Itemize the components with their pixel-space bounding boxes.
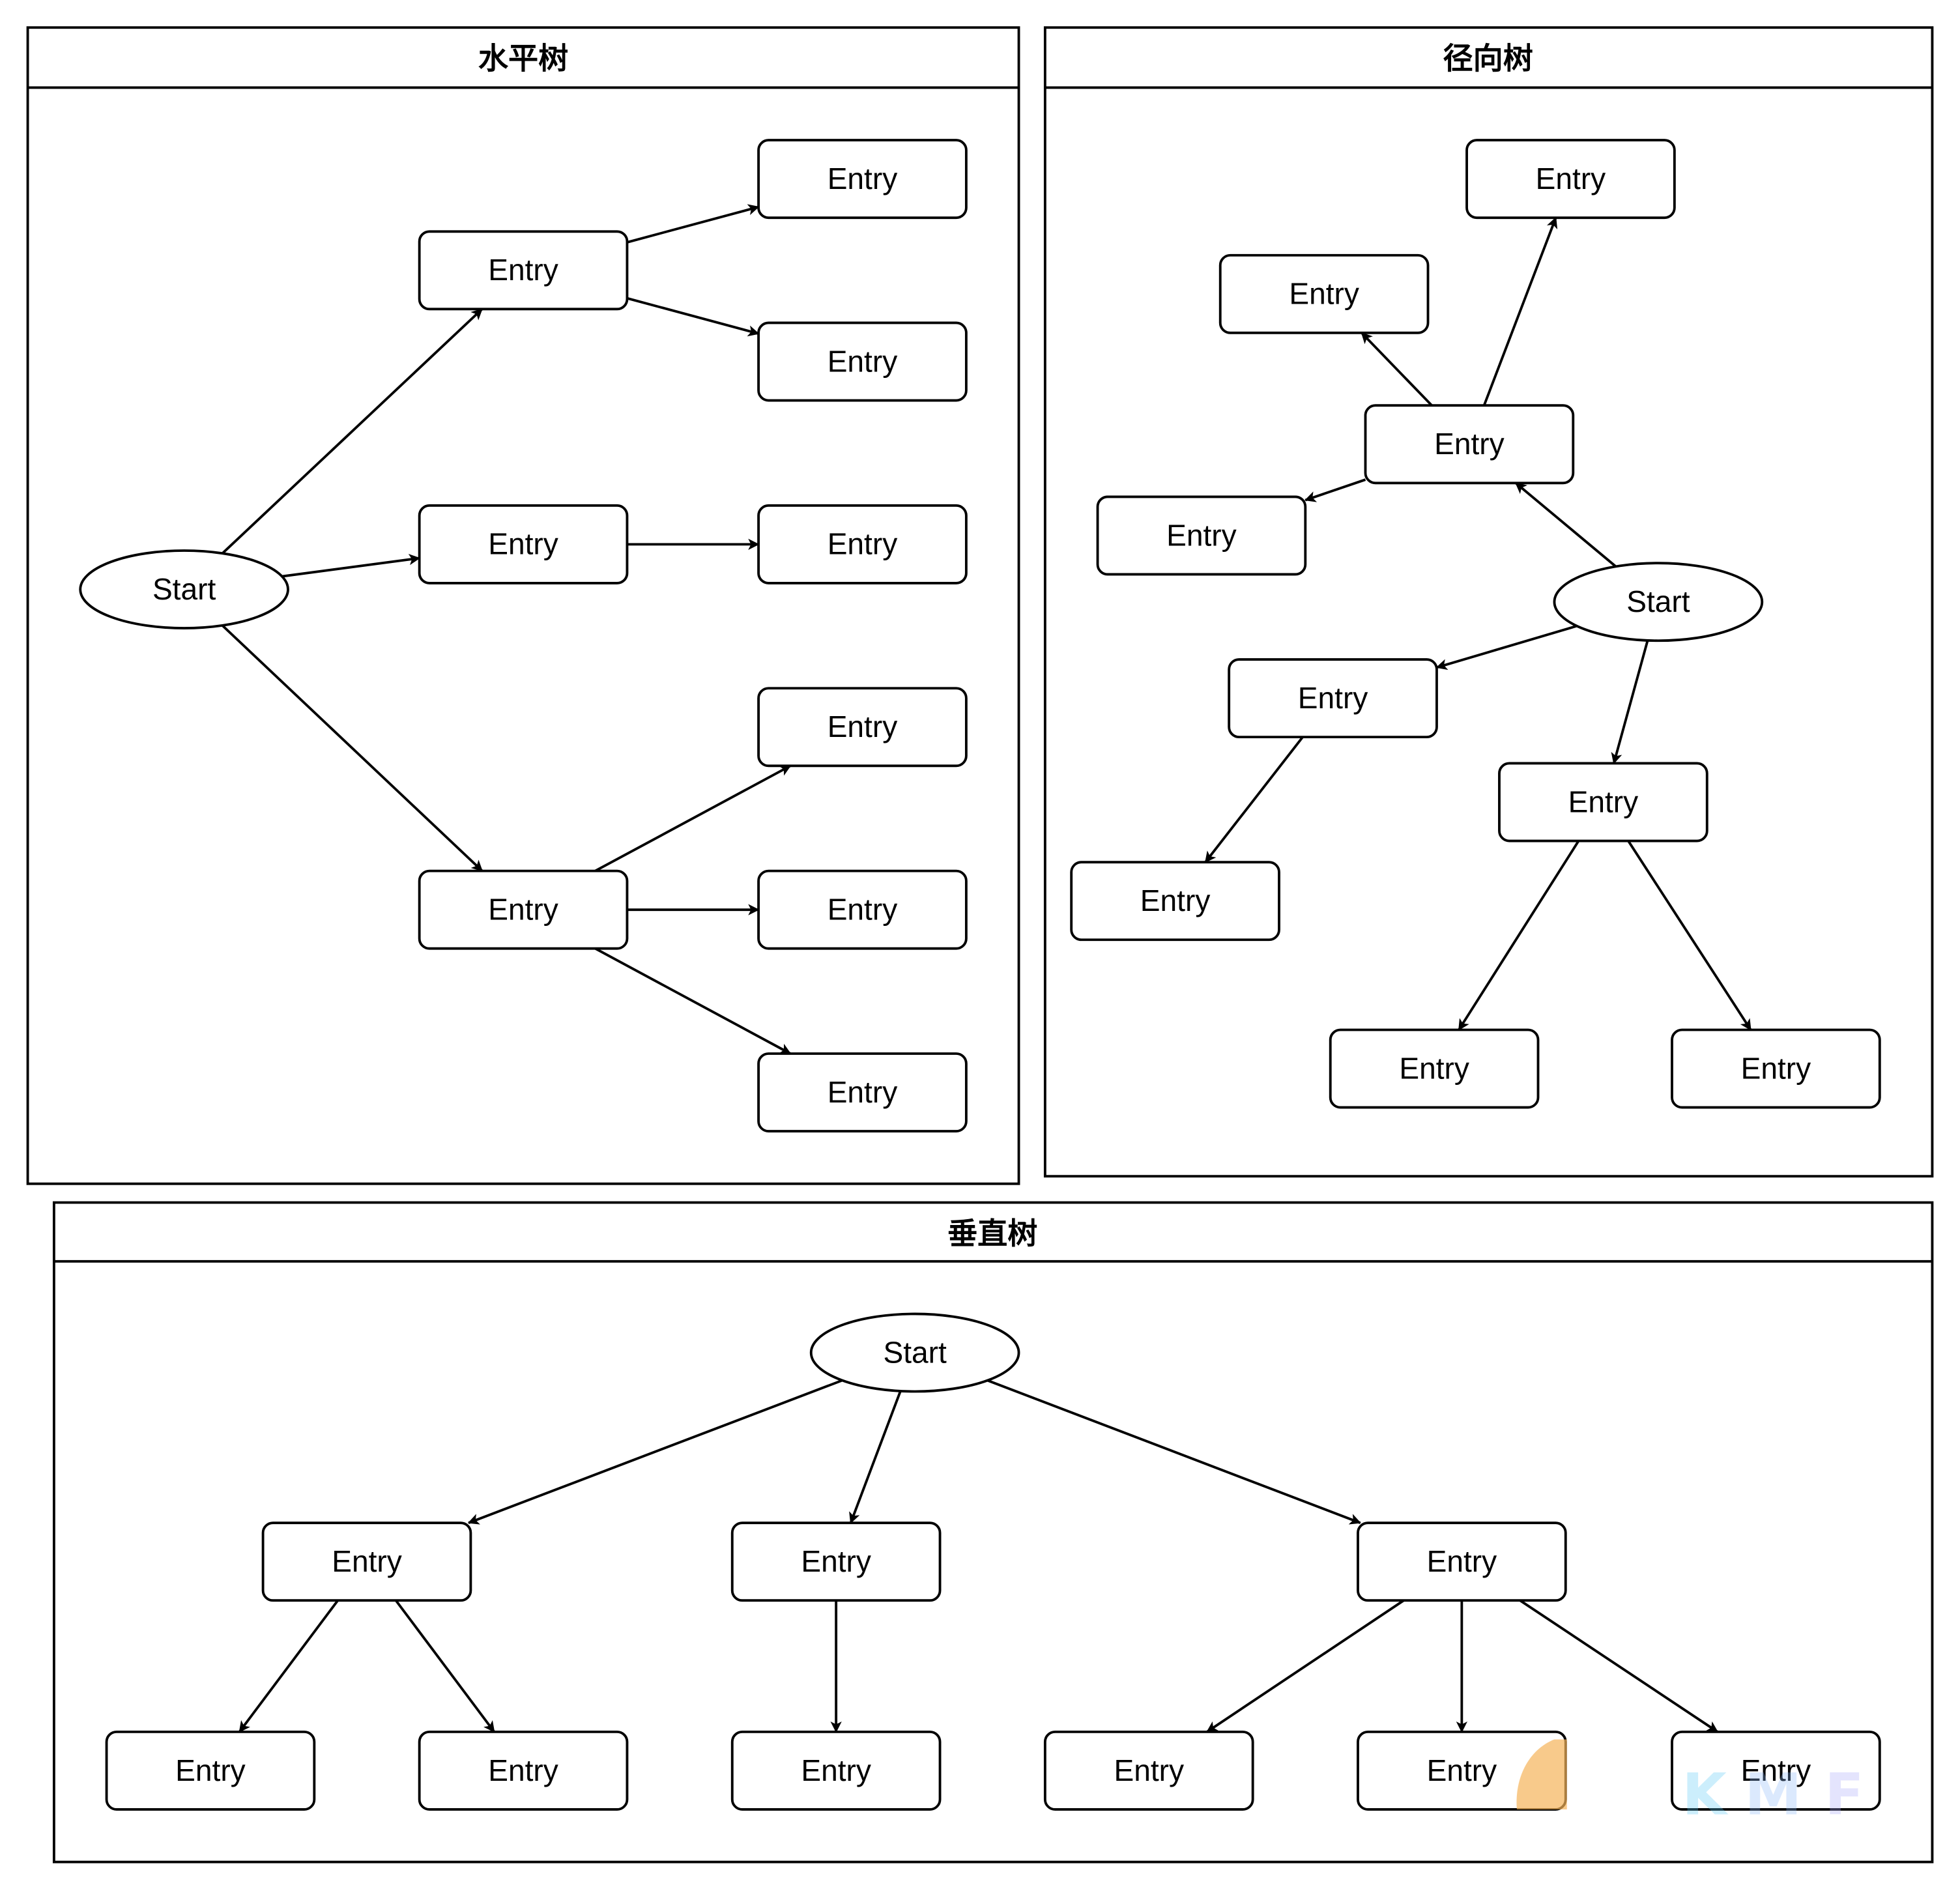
watermark-letter: M [1744,1761,1802,1828]
entry-node[interactable]: Entry [418,230,629,311]
node-label: Entry [828,1075,898,1109]
node-label: Entry [801,1544,871,1578]
entry-node[interactable]: Entry [1498,762,1708,843]
entry-node[interactable]: Entry [418,504,629,584]
node-label: Entry [1399,1051,1469,1085]
entry-node[interactable]: Entry [1228,658,1438,739]
node-label: Entry [1140,884,1211,917]
entry-node[interactable]: Entry [1671,1028,1881,1109]
node-label: Entry [1289,277,1359,311]
entry-node[interactable]: Entry [757,869,968,950]
node-label: Entry [332,1544,402,1578]
panel-title: 水平树 [478,41,568,76]
entry-node[interactable]: Entry [1218,253,1430,334]
node-label: Entry [1741,1051,1811,1085]
watermark-letter: K [1682,1761,1729,1828]
node-label: Entry [1427,1544,1497,1578]
entry-node[interactable]: Entry [757,139,968,220]
watermark-letter: F [1824,1761,1864,1828]
node-label: Entry [1434,427,1505,461]
node-label: Entry [801,1753,871,1787]
panel-radial-tree: 径向树 Start Entry Entry Entry Entry Entry Entry E… [1043,26,1934,1178]
start-node[interactable]: Start [809,1312,1020,1393]
entry-node[interactable]: Entry [757,504,968,584]
entry-node[interactable]: Entry [1043,1730,1254,1811]
entry-node[interactable]: Entry [418,869,629,950]
entry-node[interactable]: Entry [757,1052,968,1132]
node-label: Entry [1536,162,1606,195]
node-label: Start [152,572,216,606]
start-node[interactable]: Start [79,549,289,629]
node-label: Entry [828,162,898,195]
entry-node[interactable]: Entry [1070,861,1280,942]
node-label: Entry [1568,785,1639,818]
entry-node[interactable]: Entry [418,1730,629,1811]
node-label: Entry [1166,518,1237,552]
node-label: Entry [488,253,558,287]
entry-node[interactable]: Entry [730,1521,942,1602]
entry-node[interactable]: Entry [1364,404,1575,485]
entry-node[interactable]: Entry [730,1730,942,1811]
entry-node[interactable]: Entry [757,321,968,402]
entry-node[interactable]: Entry [1465,139,1676,220]
diagram-canvas: 水平树 Start Entry Entry Entry Entry Entry Entry E… [26,26,1934,1864]
node-label: Entry [828,893,898,927]
entry-node[interactable]: Entry [1329,1028,1540,1109]
panel-horizontal-tree: 水平树 Start Entry Entry Entry Entry Entry Entry E… [26,26,1020,1185]
entry-node[interactable]: Entry [105,1730,316,1811]
panel-title: 径向树 [1443,41,1533,76]
node-label: Entry [488,893,558,927]
node-label: Entry [1427,1753,1497,1787]
entry-node[interactable]: Entry [1357,1521,1567,1602]
entry-node[interactable]: Entry [261,1521,472,1602]
panel-vertical-tree: 垂直树 Start Entry Entry Entry Entry Entry Entry E… [52,1201,1934,1864]
entry-node[interactable]: Entry [1096,495,1307,576]
node-label: Start [883,1335,947,1369]
node-label: Entry [1114,1753,1184,1787]
node-label: Entry [828,344,898,378]
entry-node[interactable]: Entry [757,687,968,768]
node-label: Entry [828,710,898,743]
start-node[interactable]: Start [1553,562,1764,642]
node-label: Start [1626,584,1690,618]
node-label: Entry [488,1753,558,1787]
node-label: Entry [828,527,898,561]
panel-title: 垂直树 [947,1216,1037,1251]
node-label: Entry [175,1753,246,1787]
node-label: Entry [488,527,558,561]
node-label: Entry [1298,681,1368,715]
